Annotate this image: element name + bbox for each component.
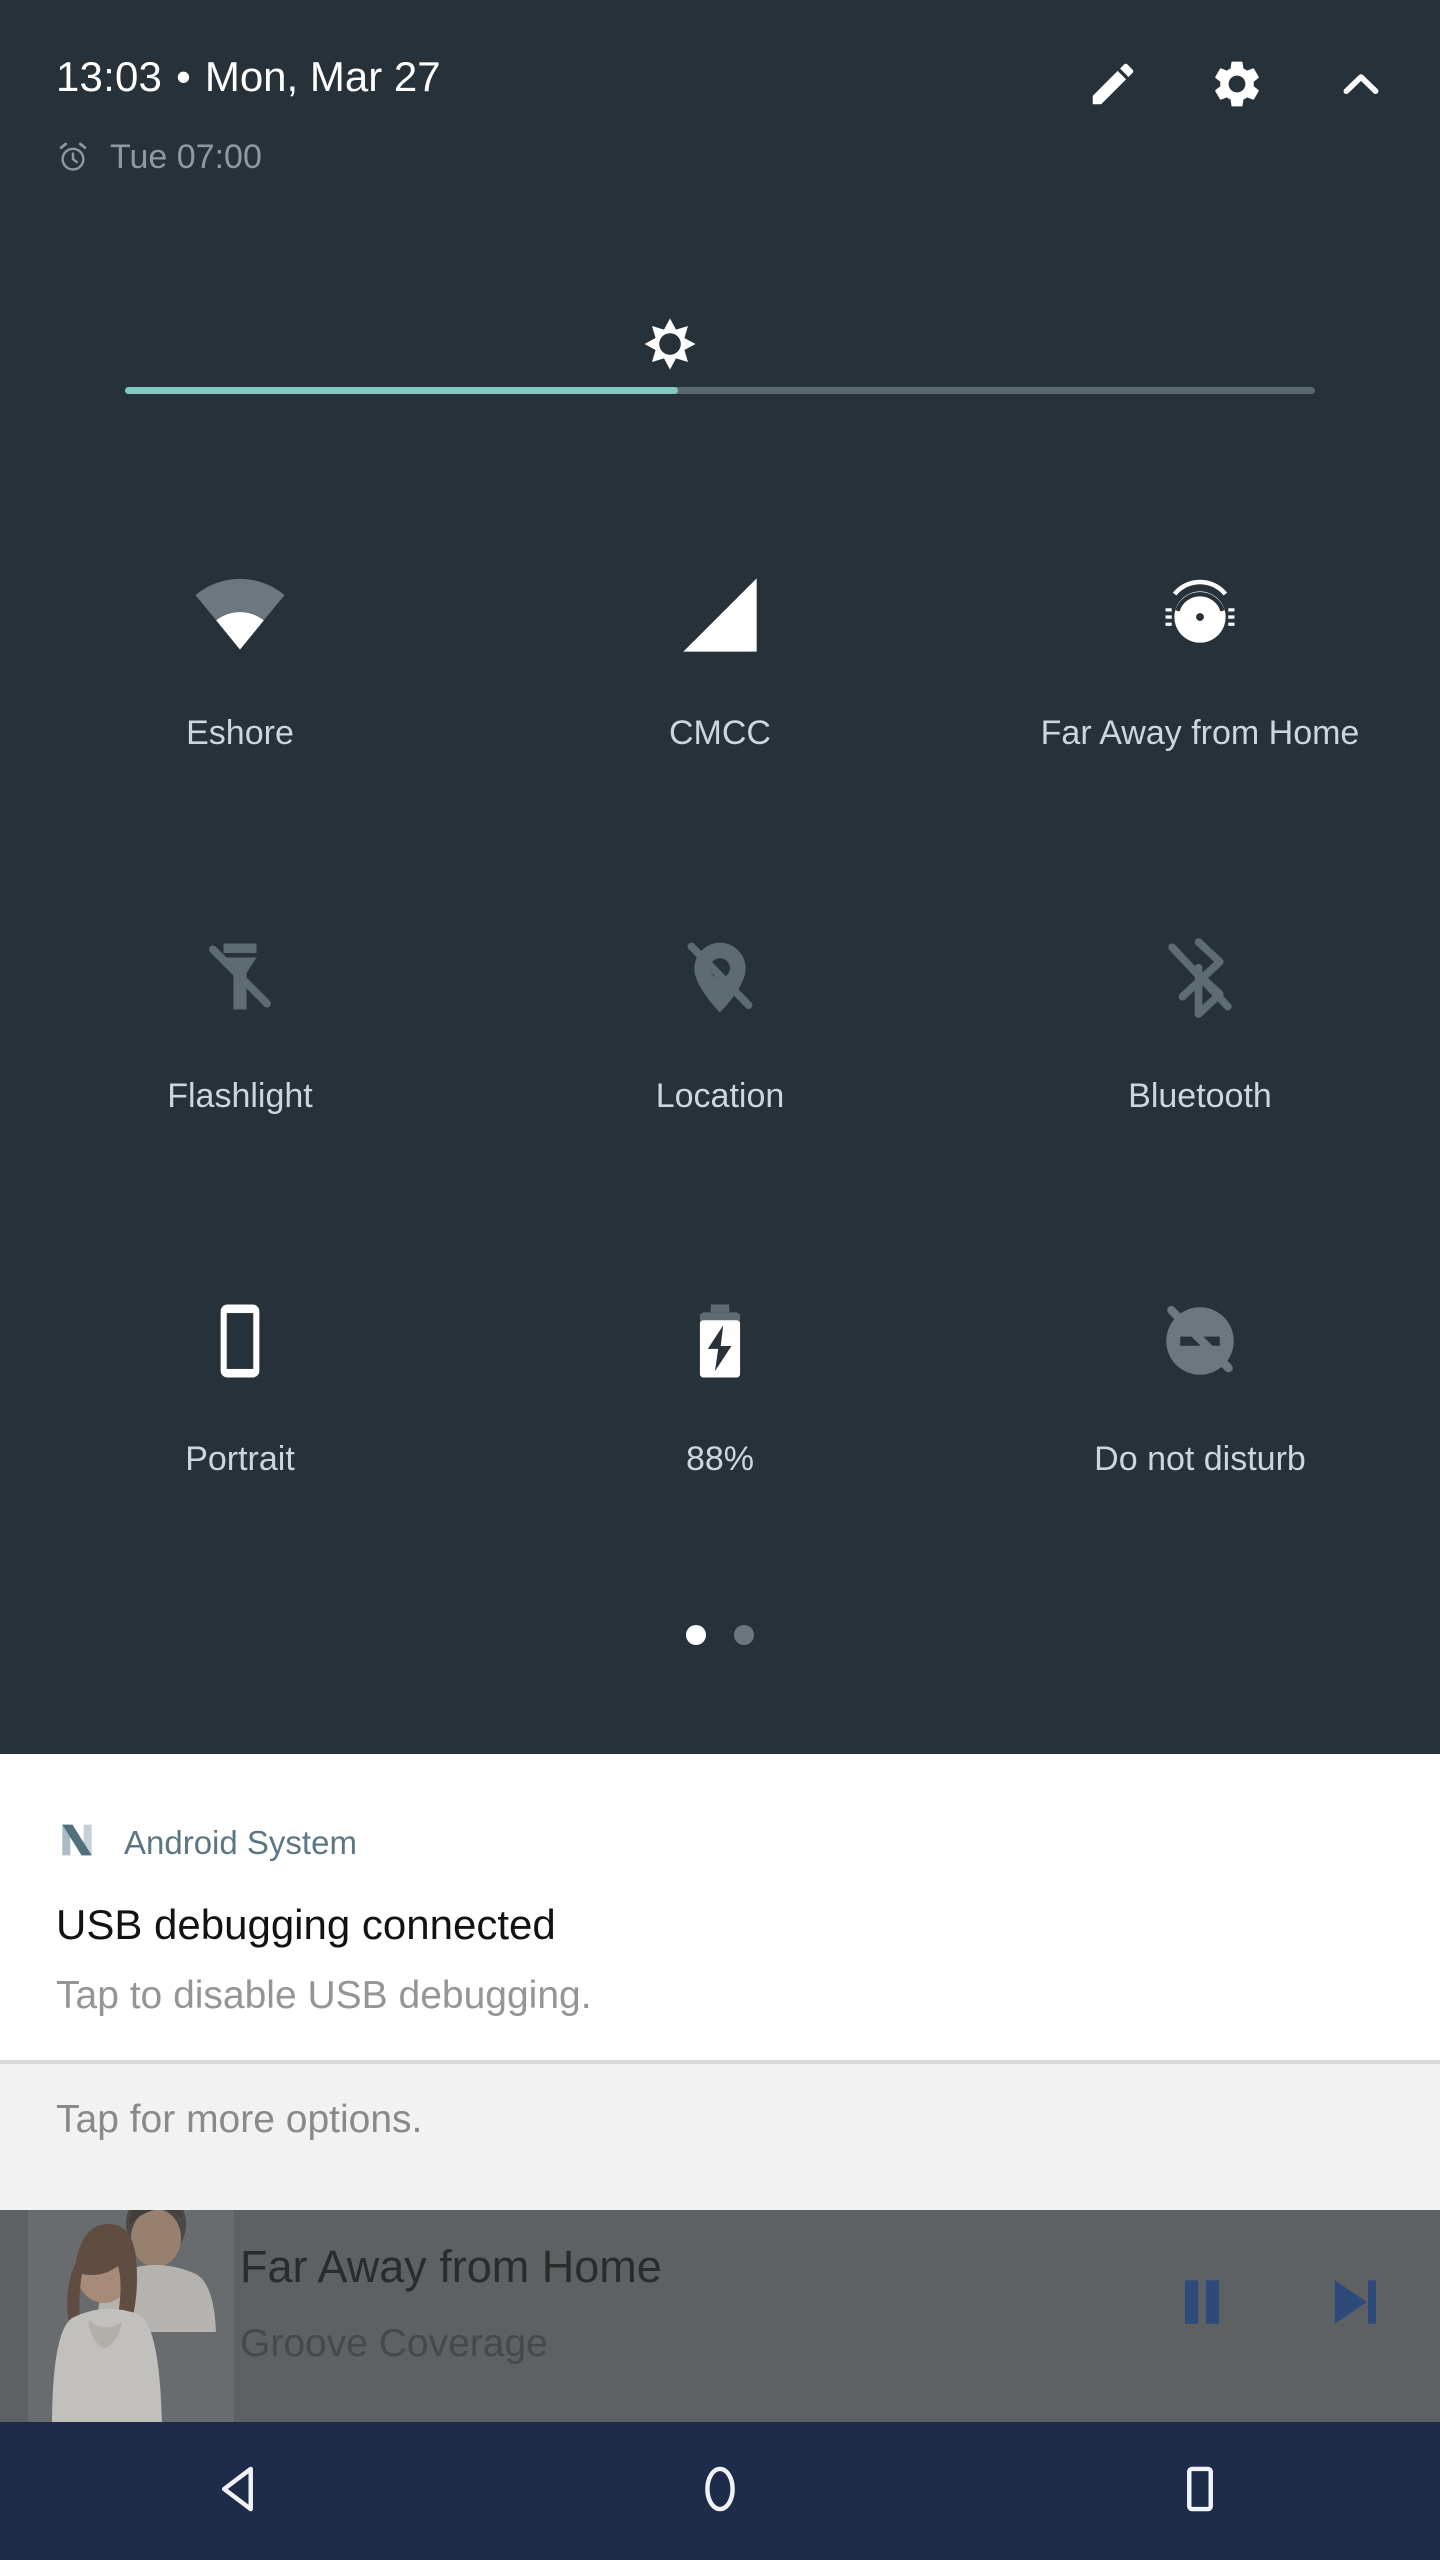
brightness-track[interactable] [125, 387, 1315, 394]
navigation-bar [0, 2422, 1440, 2560]
pause-icon [1171, 2271, 1233, 2338]
page-dot-inactive[interactable] [734, 1625, 754, 1645]
notification-usb-debugging[interactable]: Android System USB debugging connected T… [0, 1754, 1440, 2060]
notification-title: USB debugging connected [56, 1901, 556, 1948]
alarm-time-label: Tue 07:00 [110, 138, 262, 176]
notification-app-row: Android System [56, 1819, 357, 1866]
edit-button[interactable] [1082, 55, 1144, 117]
page-dot-active[interactable] [686, 1625, 706, 1645]
clock-date-row[interactable]: 13:03 • Mon, Mar 27 [56, 56, 441, 98]
status-date: Mon, Mar 27 [204, 53, 441, 100]
battery-charging-icon [665, 1286, 775, 1396]
tile-wifi[interactable]: Eshore [0, 530, 480, 893]
do-not-disturb-off-icon [1145, 1286, 1255, 1396]
back-triangle-icon [212, 2461, 268, 2522]
tile-label: Flashlight [167, 1077, 313, 1115]
screen-rotation-portrait-icon [185, 1286, 295, 1396]
brightness-fill [125, 387, 679, 394]
pause-button[interactable] [1164, 2266, 1240, 2342]
tile-label: Location [655, 1077, 785, 1115]
home-button[interactable] [645, 2436, 795, 2546]
tile-label: Bluetooth [1128, 1077, 1272, 1115]
media-track-title: Far Away from Home [240, 2241, 662, 2292]
back-button[interactable] [165, 2436, 315, 2546]
tile-bluetooth[interactable]: Bluetooth [960, 893, 1440, 1256]
quick-settings-panel: 13:03 • Mon, Mar 27 Tue 07:00 Eshore CMC… [0, 0, 1440, 1754]
skip-next-icon [1323, 2271, 1385, 2338]
pencil-icon [1086, 57, 1140, 116]
brightness-slider[interactable] [0, 318, 1440, 440]
quick-settings-tiles: Eshore CMCC Far Away from Home Flashligh… [0, 530, 1440, 1619]
bluetooth-off-icon [1145, 923, 1255, 1033]
wifi-icon [185, 560, 295, 670]
notification-body: Tap for more options. [56, 2098, 423, 2141]
alarm-clock-icon [56, 140, 90, 174]
home-circle-icon [692, 2461, 748, 2522]
tile-location[interactable]: Location [480, 893, 960, 1256]
notification-divider [0, 2060, 1440, 2064]
status-time: 13:03 [56, 53, 163, 100]
cast-media-icon [1145, 560, 1255, 670]
flashlight-off-icon [185, 923, 295, 1033]
tile-rotation[interactable]: Portrait [0, 1256, 480, 1619]
alarm-row[interactable]: Tue 07:00 [56, 140, 262, 174]
brightness-thumb[interactable] [634, 308, 706, 380]
recents-button[interactable] [1125, 2436, 1275, 2546]
status-separator: • [176, 53, 191, 100]
tile-label: Far Away from Home [1040, 714, 1360, 752]
header-actions [1082, 55, 1392, 117]
tile-label: Portrait [185, 1440, 295, 1478]
tile-label: Eshore [186, 714, 294, 752]
cellular-icon [665, 560, 775, 670]
quick-settings-header: 13:03 • Mon, Mar 27 Tue 07:00 [0, 0, 1440, 210]
tile-flashlight[interactable]: Flashlight [0, 893, 480, 1256]
collapse-button[interactable] [1330, 55, 1392, 117]
media-controls [1164, 2266, 1392, 2342]
next-track-button[interactable] [1316, 2266, 1392, 2342]
tile-do-not-disturb[interactable]: Do not disturb [960, 1256, 1440, 1619]
album-art [28, 2210, 234, 2422]
page-indicator [0, 1625, 1440, 1645]
android-nougat-icon [56, 1819, 98, 1866]
recents-square-icon [1172, 2461, 1228, 2522]
chevron-up-icon [1334, 57, 1388, 116]
tile-label: CMCC [669, 714, 771, 752]
notification-body: Tap to disable USB debugging. [56, 1974, 592, 2017]
tile-cast-media[interactable]: Far Away from Home [960, 530, 1440, 893]
location-off-icon [665, 923, 775, 1033]
gear-icon [1209, 56, 1265, 117]
notification-app-name: Android System [124, 1824, 357, 1861]
tile-label: Do not disturb [1094, 1440, 1306, 1478]
notification-media-player[interactable]: Far Away from Home Groove Coverage [0, 2210, 1440, 2422]
tile-battery[interactable]: 88% [480, 1256, 960, 1619]
tile-label: 88% [685, 1440, 755, 1478]
media-artist-name: Groove Coverage [240, 2322, 548, 2365]
tile-cellular[interactable]: CMCC [480, 530, 960, 893]
brightness-sun-icon [644, 318, 696, 369]
settings-button[interactable] [1206, 55, 1268, 117]
